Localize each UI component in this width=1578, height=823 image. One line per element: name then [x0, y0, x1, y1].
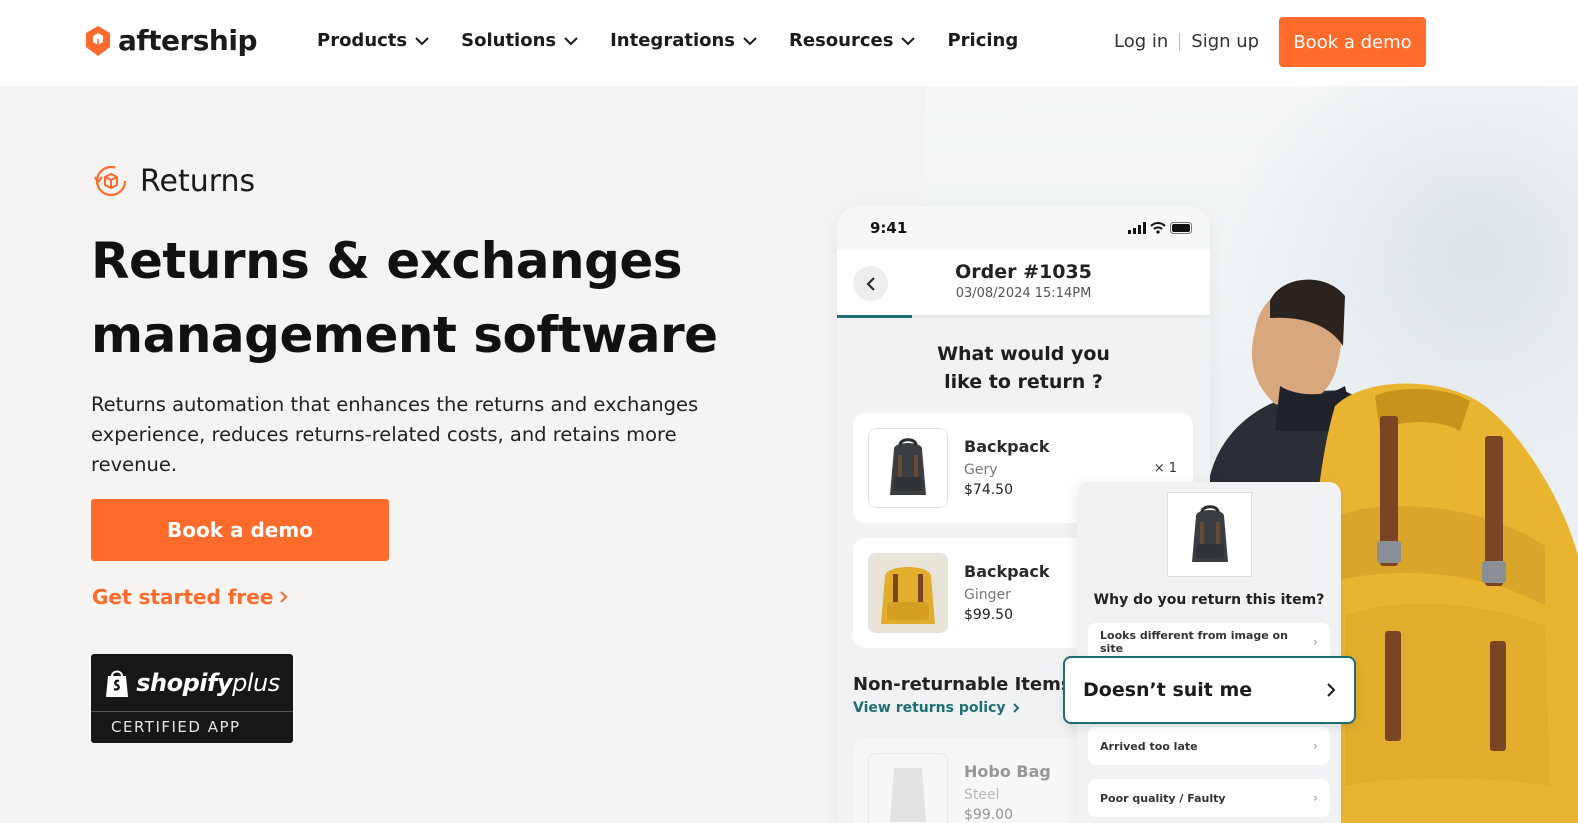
question-line-2: like to return ? — [944, 371, 1103, 393]
page-title: Returns & exchanges management software — [91, 224, 811, 372]
order-title: Order #1035 — [955, 261, 1092, 283]
status-time: 9:41 — [870, 219, 908, 237]
auth-links: Log in Sign up — [1114, 31, 1259, 52]
signup-link[interactable]: Sign up — [1191, 31, 1259, 52]
nav-integrations[interactable]: Integrations — [610, 30, 757, 51]
aftership-logo[interactable]: aftership — [84, 24, 258, 57]
reason-option-label: Poor quality / Faulty — [1100, 791, 1226, 805]
header-book-demo-button[interactable]: Book a demo — [1279, 17, 1426, 67]
question-line-1: What would you — [937, 343, 1110, 365]
item-variant: Steel — [964, 787, 1000, 803]
login-link[interactable]: Log in — [1114, 31, 1168, 52]
chevron-right-icon: › — [1313, 791, 1318, 805]
item-variant: Ginger — [964, 587, 1011, 603]
nav-solutions[interactable]: Solutions — [461, 30, 578, 51]
wifi-icon — [1150, 222, 1166, 234]
item-name: Backpack — [964, 562, 1050, 581]
hero-book-demo-button[interactable]: Book a demo — [91, 499, 389, 561]
reason-item-thumbnail — [1167, 492, 1252, 577]
chevron-down-icon — [901, 36, 916, 45]
selected-reason-option[interactable]: Doesn’t suit me — [1063, 656, 1356, 724]
selected-reason-label: Doesn’t suit me — [1083, 679, 1253, 701]
item-thumbnail — [868, 428, 948, 508]
reason-option[interactable]: Poor quality / Faulty › — [1088, 779, 1330, 817]
eyebrow-label: Returns — [140, 163, 256, 199]
aftership-logo-icon — [86, 25, 110, 56]
product-eyebrow: Returns — [92, 163, 255, 199]
return-reason-panel: Why do you return this item? Looks diffe… — [1077, 482, 1341, 823]
chevron-right-icon: › — [1313, 635, 1318, 649]
chevron-right-icon — [1012, 703, 1019, 713]
item-quantity: × 1 — [1153, 461, 1177, 476]
nav-label: Products — [317, 30, 408, 51]
site-header: aftership Products Solutions Integration… — [0, 0, 1578, 86]
chevron-down-icon — [564, 36, 578, 45]
badge-brand-row: shopifyplus — [91, 654, 293, 712]
item-name: Backpack — [964, 437, 1050, 456]
item-thumbnail — [868, 553, 948, 633]
chevron-right-icon — [1327, 683, 1336, 697]
signal-icon — [1128, 222, 1146, 234]
policy-link-label: View returns policy — [853, 700, 1006, 716]
shopify-plus-badge[interactable]: shopifyplus CERTIFIED APP — [91, 654, 293, 743]
status-icons — [1128, 222, 1194, 234]
step-progress-fill — [837, 315, 912, 318]
chevron-left-icon — [866, 276, 875, 291]
get-started-free-link[interactable]: Get started free — [92, 585, 289, 609]
nav-label: Pricing — [947, 30, 1019, 51]
shopify-wordmark: shopifyplus — [136, 668, 280, 697]
item-name: Hobo Bag — [964, 762, 1051, 781]
nav-label: Resources — [789, 30, 894, 51]
return-question: What would you like to return ? — [837, 340, 1210, 396]
item-price: $74.50 — [964, 482, 1013, 498]
order-date: 03/08/2024 15:14PM — [955, 286, 1092, 301]
back-button[interactable] — [853, 266, 888, 301]
auth-divider — [1179, 32, 1181, 51]
shopify-word: shopify — [136, 668, 233, 697]
nav-resources[interactable]: Resources — [789, 30, 916, 51]
hero-subcopy: Returns automation that enhances the ret… — [91, 393, 699, 476]
yellow-backpack-icon — [881, 567, 935, 624]
nav-pricing[interactable]: Pricing — [947, 30, 1018, 51]
reason-option[interactable]: Arrived too late › — [1088, 727, 1330, 765]
item-thumbnail — [868, 753, 948, 823]
battery-icon — [1170, 222, 1192, 234]
dark-backpack-icon — [890, 438, 926, 495]
nav-label: Solutions — [461, 30, 557, 51]
item-variant: Gery — [964, 462, 998, 478]
item-price: $99.50 — [964, 607, 1013, 623]
get-started-label: Get started free — [92, 585, 274, 609]
step-progress-bar — [837, 315, 1210, 318]
shopify-bag-icon — [106, 670, 129, 697]
hobo-bag-icon — [890, 768, 926, 822]
dark-backpack-icon — [1191, 504, 1228, 562]
headline-line-2: management software — [91, 306, 718, 364]
reason-question: Why do you return this item? — [1093, 592, 1325, 608]
view-returns-policy-link[interactable]: View returns policy — [853, 700, 1020, 716]
chevron-down-icon — [743, 36, 757, 45]
order-header: Order #1035 03/08/2024 15:14PM — [837, 250, 1210, 318]
main-nav: Products Solutions Integrations Resource… — [317, 30, 1018, 51]
nav-label: Integrations — [610, 30, 736, 51]
logo-wordmark: aftership — [118, 24, 258, 57]
item-price: $99.00 — [964, 807, 1013, 823]
chevron-right-icon — [280, 591, 288, 603]
chevron-down-icon — [415, 36, 429, 45]
headline-line-1: Returns & exchanges — [91, 232, 683, 290]
non-returnable-heading: Non-returnable Items — [853, 674, 1072, 695]
chevron-right-icon: › — [1313, 739, 1318, 753]
plus-word: plus — [232, 668, 280, 697]
reason-option-label: Looks different from image on site — [1100, 629, 1288, 655]
badge-caption: CERTIFIED APP — [111, 718, 241, 736]
reason-option-label: Arrived too late — [1100, 739, 1198, 753]
returns-box-icon — [94, 165, 127, 197]
nav-products[interactable]: Products — [317, 30, 429, 51]
phone-status-bar: 9:41 — [837, 206, 1210, 250]
